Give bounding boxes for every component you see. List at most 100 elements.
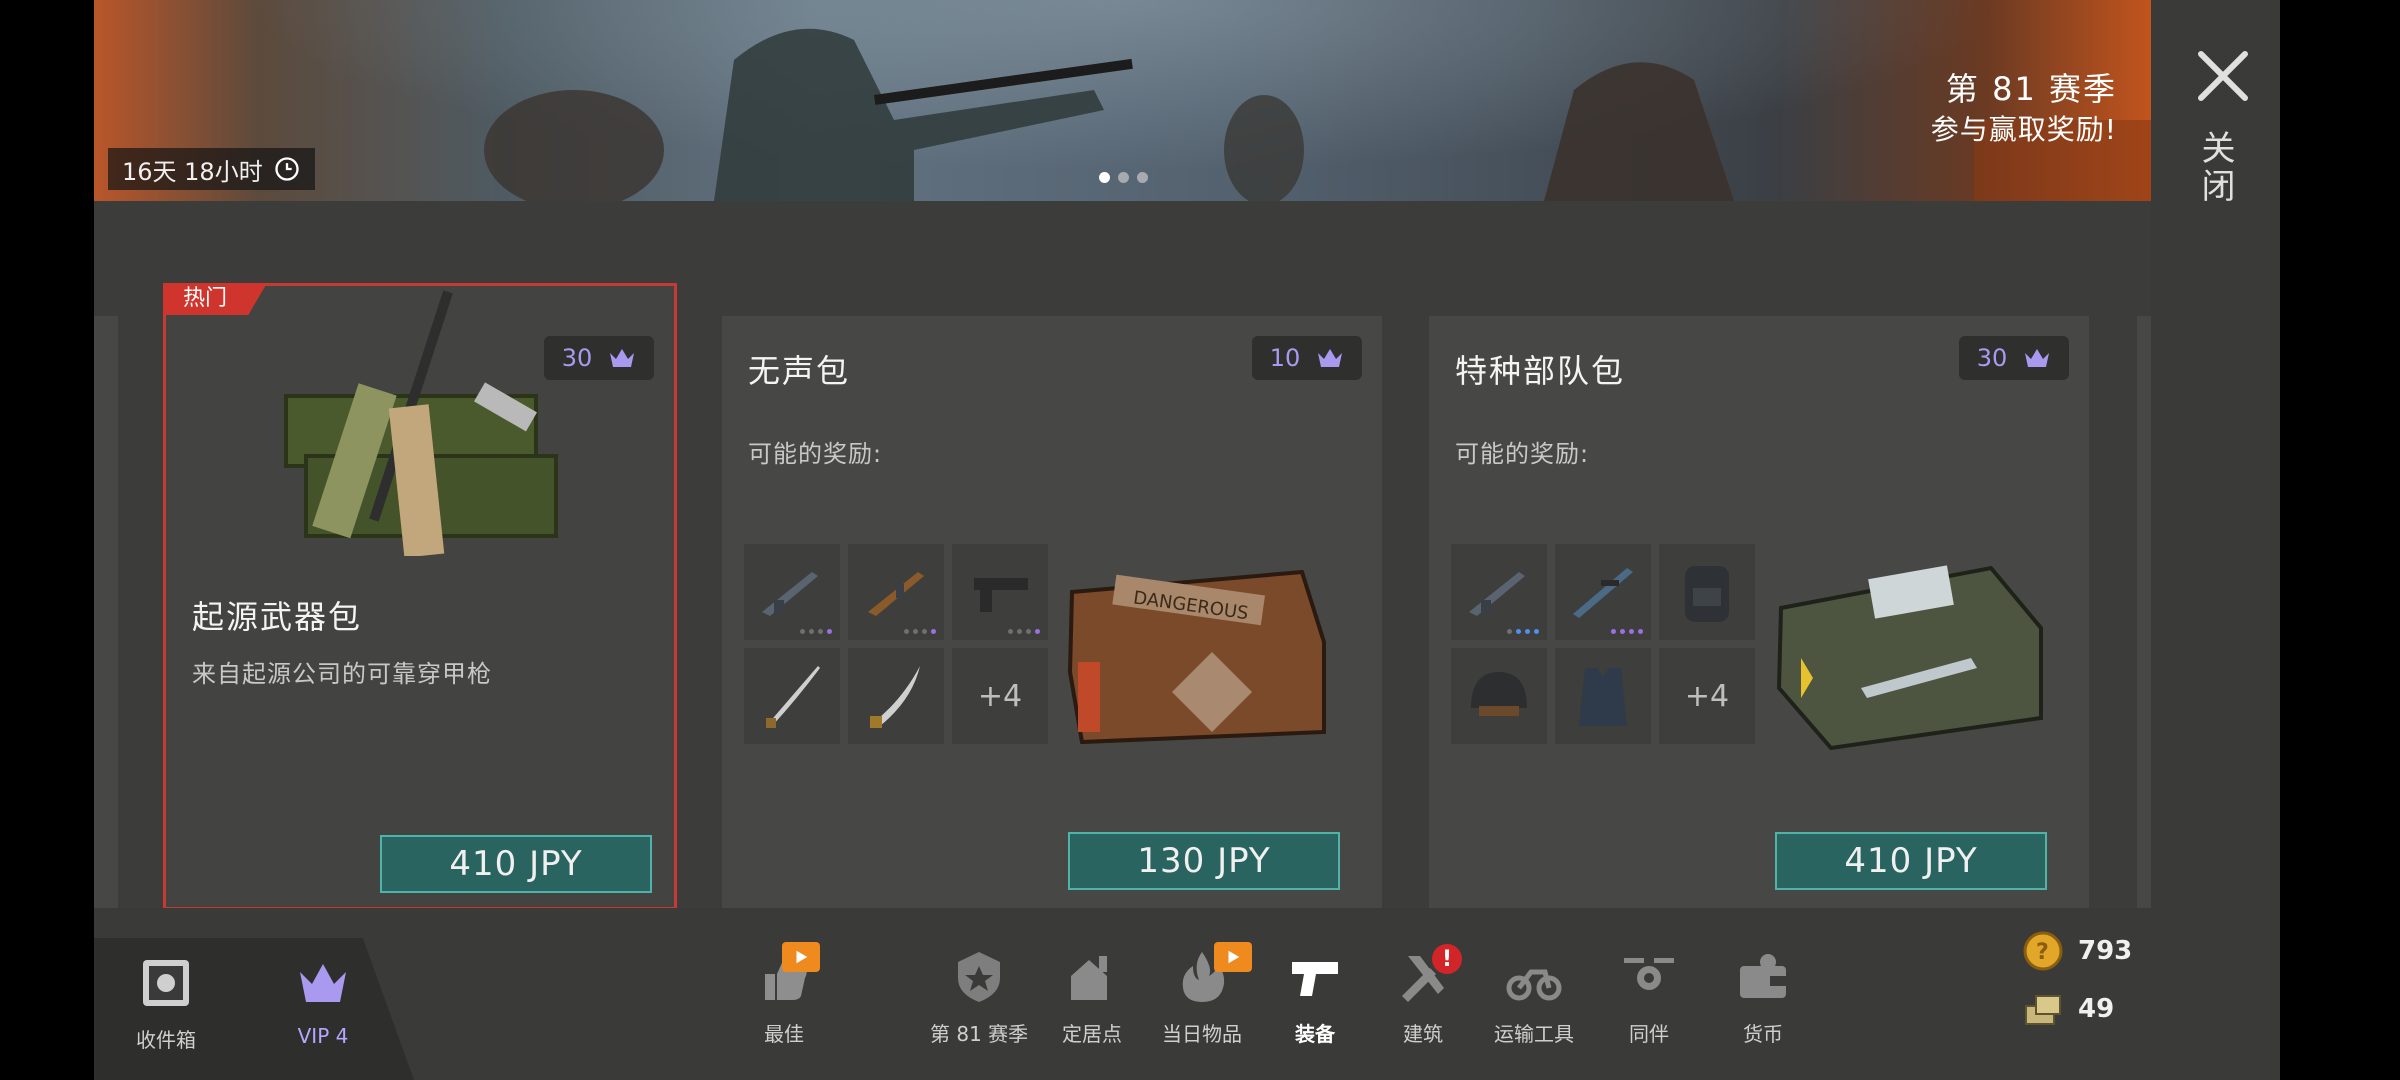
reward-slot[interactable] — [744, 648, 840, 744]
page-dot[interactable] — [1099, 172, 1110, 183]
tab-best[interactable]: 最佳 — [744, 942, 824, 1047]
next-card-edge — [2137, 316, 2151, 908]
drone-icon — [1624, 958, 1674, 990]
clock-icon — [275, 157, 299, 181]
svg-text:?: ? — [2036, 940, 2049, 965]
tab-label: 当日物品 — [1162, 1022, 1242, 1046]
possible-rewards-label: 可能的奖励: — [748, 440, 883, 468]
coin-amount: 793 — [2078, 936, 2133, 966]
rifle-icon — [1469, 572, 1525, 616]
reward-slot[interactable] — [1555, 544, 1651, 640]
buy-button[interactable]: 410 JPY — [380, 835, 652, 893]
case-amount: 49 — [2078, 994, 2115, 1024]
vip-points: 30 — [1976, 344, 2008, 372]
hot-tag: 热门 — [163, 283, 268, 315]
tab-label: 运输工具 — [1494, 1022, 1574, 1046]
case-balance[interactable]: 49 — [2022, 988, 2114, 1030]
safe-icon — [143, 960, 189, 1006]
buy-button[interactable]: 410 JPY — [1775, 832, 2047, 890]
bottom-navigation: 收件箱 VIP 4 最佳 第 81 赛季 定居点 当日物品 装备 建筑 ! 运输… — [94, 908, 2151, 1080]
inbox-label: 收件箱 — [136, 1028, 196, 1052]
body-armor-icon — [1579, 668, 1627, 726]
vip-label: VIP 4 — [297, 1024, 349, 1048]
shop-screen: 16天 18小时 第 81 赛季 参与赢取奖励! 热门 30 起源武器包 来自起… — [94, 0, 2151, 1080]
reward-slot[interactable] — [744, 544, 840, 640]
coin-icon: ? — [2023, 931, 2063, 971]
motorcycle-icon — [1506, 969, 1562, 1001]
helmet-icon — [1471, 672, 1527, 716]
tab-label: 同伴 — [1629, 1022, 1669, 1046]
tab-equipment[interactable]: 装备 — [1286, 948, 1344, 1047]
page-dot[interactable] — [1118, 172, 1129, 183]
settlement-icon — [1071, 956, 1107, 1000]
season-timer: 16天 18小时 — [108, 148, 315, 190]
banner-page-dots — [1099, 172, 1148, 183]
pistol-icon — [974, 578, 1028, 612]
card-title: 无声包 — [748, 352, 851, 390]
screen-edge — [2280, 0, 2400, 1080]
more-rewards[interactable]: +4 — [1659, 648, 1755, 744]
tab-currency[interactable]: 货币 — [1734, 948, 1792, 1047]
katana-icon — [766, 666, 820, 728]
crown-icon — [2025, 349, 2050, 367]
alert-badge: ! — [1432, 944, 1462, 974]
pistol-icon — [1292, 962, 1338, 996]
cash-stack-icon — [2025, 995, 2061, 1025]
tab-label: 装备 — [1295, 1022, 1335, 1046]
reward-slot[interactable] — [848, 544, 944, 640]
weapons-crate-image — [284, 290, 558, 556]
machete-icon — [870, 666, 920, 728]
season-banner[interactable]: 16天 18小时 第 81 赛季 参与赢取奖励! — [94, 0, 2151, 201]
card-title: 起源武器包 — [192, 598, 363, 636]
star-shield-icon — [958, 952, 1001, 1002]
vip-button[interactable]: VIP 4 — [294, 954, 352, 1048]
assault-rifle-icon — [868, 572, 924, 616]
offer-card-silent-pack[interactable]: 无声包 10 可能的奖励: +4 DANGEROUS 130 JPY — [722, 316, 1382, 908]
video-badge — [782, 942, 820, 972]
season-subtitle: 参与赢取奖励! — [1930, 113, 2117, 146]
close-label[interactable]: 关闭 — [2195, 130, 2240, 206]
card-title: 特种部队包 — [1455, 352, 1626, 390]
rewards-grid: +4 — [744, 544, 1048, 744]
video-badge — [1214, 942, 1252, 972]
more-rewards-count: +4 — [1684, 678, 1730, 714]
play-icon — [796, 950, 808, 964]
season-title: 第 81 赛季 — [1945, 70, 2117, 108]
close-icon[interactable] — [2195, 48, 2251, 104]
backpack-icon — [1685, 566, 1729, 622]
timer-text: 16天 18小时 — [122, 157, 263, 186]
tab-label: 定居点 — [1062, 1022, 1122, 1046]
more-rewards[interactable]: +4 — [952, 648, 1048, 744]
tab-daily-items[interactable]: 当日物品 — [1162, 942, 1252, 1047]
page-dot[interactable] — [1137, 172, 1148, 183]
crown-icon — [1318, 349, 1343, 367]
reward-slot[interactable] — [952, 544, 1048, 640]
previous-card-edge — [94, 316, 118, 908]
tab-companions[interactable]: 同伴 — [1620, 948, 1678, 1047]
play-icon — [1228, 950, 1240, 964]
sniper-rifle-icon — [1573, 568, 1633, 618]
tab-buildings[interactable]: 建筑 ! — [1394, 944, 1462, 1047]
tab-label: 建筑 — [1403, 1022, 1443, 1046]
more-rewards-count: +4 — [977, 678, 1023, 714]
vip-points-badge: 10 — [1252, 336, 1362, 380]
reward-slot[interactable] — [1555, 648, 1651, 744]
reward-slot[interactable] — [1451, 544, 1547, 640]
rewards-grid: +4 — [1451, 544, 1755, 744]
coin-balance[interactable]: ? 793 — [2022, 930, 2132, 972]
tab-transport[interactable]: 运输工具 — [1494, 948, 1574, 1047]
buy-button[interactable]: 130 JPY — [1068, 832, 1340, 890]
reward-slot[interactable] — [848, 648, 944, 744]
reward-slot[interactable] — [1659, 544, 1755, 640]
reward-slot[interactable] — [1451, 648, 1547, 744]
offer-card-origin-weapons[interactable]: 热门 30 起源武器包 来自起源公司的可靠穿甲枪 410 JPY — [163, 283, 677, 910]
tab-season-81[interactable]: 第 81 赛季 — [930, 948, 1028, 1047]
banner-scene — [484, 28, 2151, 201]
inbox-button[interactable]: 收件箱 — [136, 954, 196, 1053]
offer-card-special-forces[interactable]: 特种部队包 30 可能的奖励: +4 410 JPY — [1429, 316, 2089, 908]
crown-icon — [610, 349, 635, 367]
vip-points: 10 — [1269, 344, 1301, 372]
vip-crown-icon — [300, 964, 346, 1002]
tab-label: 最佳 — [764, 1022, 804, 1046]
tab-settlement[interactable]: 定居点 — [1062, 948, 1122, 1047]
